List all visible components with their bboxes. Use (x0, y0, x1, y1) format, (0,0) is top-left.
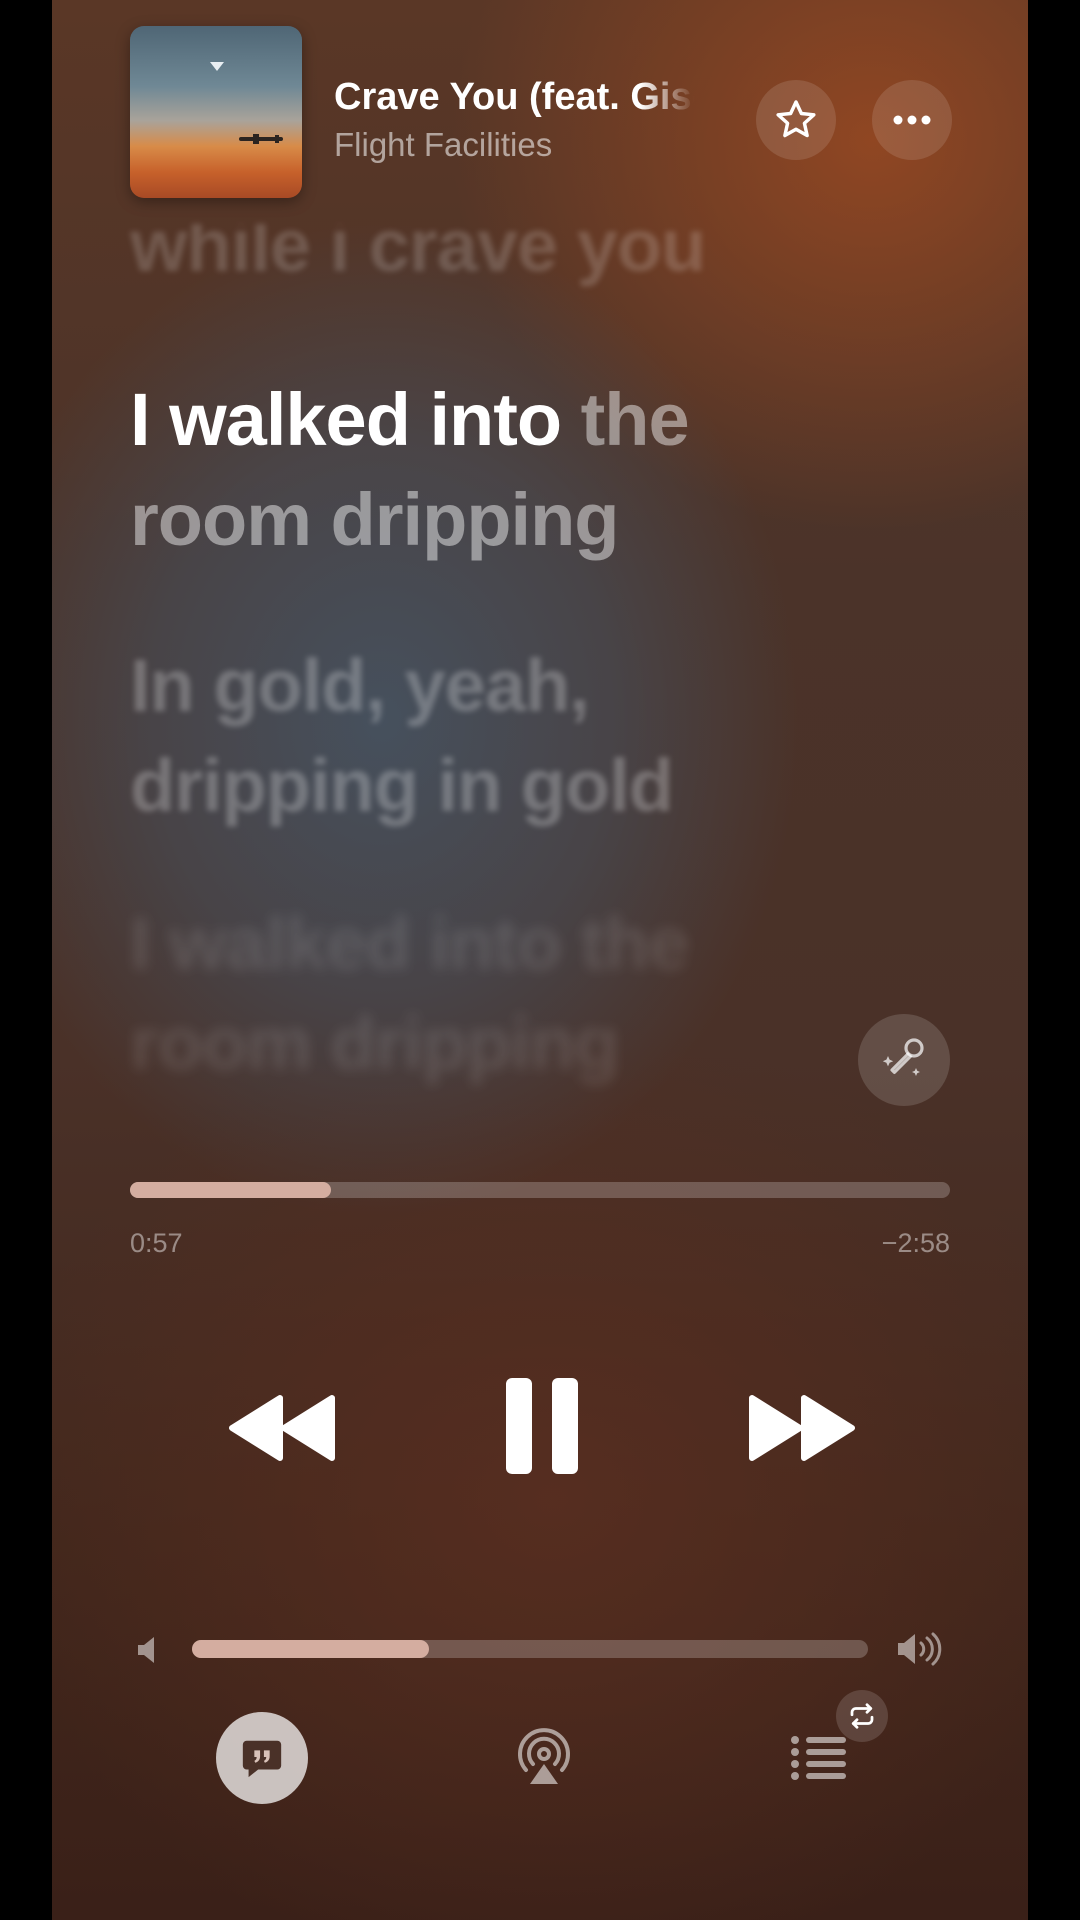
speaker-high-icon (898, 1632, 942, 1666)
rewind-icon (229, 1395, 335, 1461)
time-remaining: −2:58 (881, 1228, 950, 1258)
star-icon (776, 100, 816, 138)
favorite-button[interactable] (756, 80, 836, 160)
lyric-line-next[interactable]: In gold, yeah, dripping in gold (130, 636, 850, 836)
queue-button[interactable] (790, 1734, 848, 1782)
lyric-sung-text: I walked into (130, 378, 562, 461)
artwork-plane-icon (239, 134, 283, 144)
track-artist[interactable]: Flight Facilities (334, 126, 552, 164)
now-playing-screen: Crave You (feat. Giselle) Flight Facilit… (52, 0, 1028, 1920)
repeat-icon (850, 1703, 874, 1729)
rewind-button[interactable] (228, 1392, 336, 1464)
pause-icon (506, 1378, 578, 1474)
repeat-button[interactable] (836, 1690, 888, 1742)
volume-slider[interactable] (192, 1640, 868, 1658)
artwork-logo-icon (210, 62, 224, 71)
playback-progress-slider[interactable] (130, 1182, 950, 1198)
lyrics-quote-icon (242, 1740, 282, 1778)
track-title[interactable]: Crave You (feat. Giselle) (334, 76, 694, 119)
sing-mic-icon (882, 1038, 924, 1076)
lyric-text-previous: while i crave you (130, 224, 706, 287)
sing-mic-button[interactable] (858, 1014, 950, 1106)
time-elapsed: 0:57 (130, 1228, 183, 1258)
fast-forward-button[interactable] (748, 1392, 856, 1464)
lyric-next1-line2: dripping in gold (130, 744, 674, 827)
fast-forward-icon (749, 1395, 855, 1461)
playback-progress-fill (130, 1182, 331, 1198)
airplay-button[interactable] (514, 1728, 574, 1788)
lyric-next2-line2: room dripping (130, 1002, 619, 1085)
lyric-line-upcoming[interactable]: I walked into the room dripping (130, 894, 850, 1094)
album-artwork[interactable] (130, 26, 302, 198)
lyric-next2-line1: I walked into the (130, 902, 690, 985)
more-options-button[interactable] (872, 80, 952, 160)
lyric-active-line2: room dripping (130, 478, 619, 561)
volume-fill (192, 1640, 429, 1658)
ellipsis-icon (893, 115, 931, 125)
lyric-next1-line1: In gold, yeah, (130, 644, 590, 727)
speaker-low-icon (138, 1637, 154, 1663)
lyric-line-previous[interactable]: while i crave you (130, 224, 850, 304)
lyric-line-active[interactable]: I walked into the room dripping (130, 370, 850, 570)
lyric-unsung-text: the (561, 378, 690, 461)
pause-button[interactable] (502, 1374, 582, 1478)
queue-list-icon (791, 1736, 846, 1780)
lyrics-button[interactable] (216, 1712, 308, 1804)
